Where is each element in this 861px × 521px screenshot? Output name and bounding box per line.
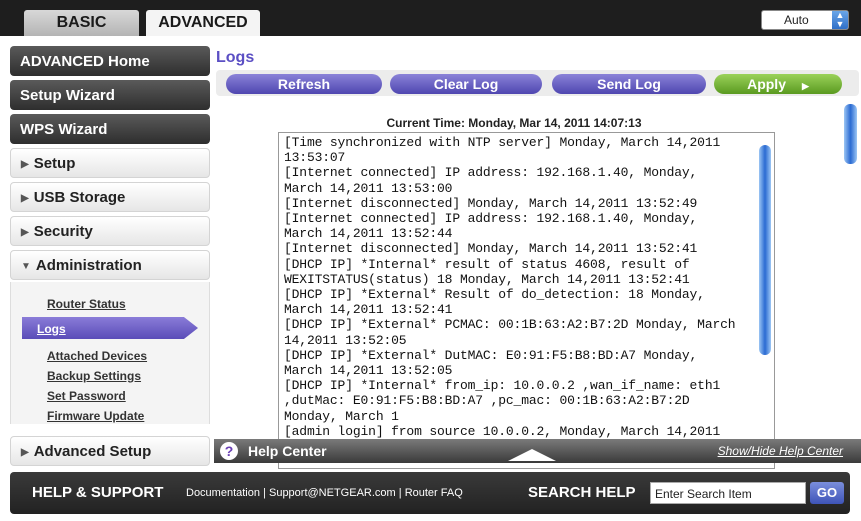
submenu-router-status[interactable]: Router Status	[47, 297, 126, 311]
question-icon: ?	[220, 442, 238, 460]
submenu-logs-selected[interactable]: Logs	[22, 317, 198, 339]
log-line: WEXITSTATUS(status) 18 Monday, March 14,…	[284, 271, 690, 287]
clear-log-button[interactable]: Clear Log	[390, 74, 542, 94]
sidebar-item-setup-wizard[interactable]: Setup Wizard	[10, 80, 210, 110]
page-scrollbar[interactable]: ▲ ▼	[843, 100, 859, 474]
language-select-value: Auto	[784, 13, 809, 27]
expand-arrow-icon[interactable]	[508, 449, 556, 461]
sidebar-item-security[interactable]: ▶ Security	[10, 216, 210, 246]
search-input[interactable]: Enter Search Item	[650, 482, 806, 504]
log-line: [DHCP IP] *External* DutMAC: E0:91:F5:B8…	[284, 347, 698, 363]
router-faq-link[interactable]: Router FAQ	[405, 487, 463, 499]
sidebar-item-setup[interactable]: ▶ Setup	[10, 148, 210, 178]
log-textarea[interactable]: [Time synchronized with NTP server] Mond…	[278, 132, 775, 469]
router-admin-page: BASIC ADVANCED Auto ▲ ▼ ADVANCED Home Set…	[0, 0, 861, 521]
go-button[interactable]: GO	[810, 482, 844, 504]
log-line: March 14,2011 13:52:05	[284, 363, 453, 378]
search-help-title: SEARCH HELP	[528, 484, 636, 501]
help-center-bar[interactable]: ? Help Center Show/Hide Help Center	[214, 439, 861, 463]
triangle-right-icon: ▶	[21, 159, 29, 170]
top-tab-bar: BASIC ADVANCED Auto ▲ ▼	[0, 0, 861, 36]
log-line: [DHCP IP] *External* PCMAC: 00:1B:63:A2:…	[284, 317, 736, 333]
refresh-button[interactable]: Refresh	[226, 74, 382, 94]
sidebar-item-administration[interactable]: ▼ Administration	[10, 250, 210, 280]
sidebar-item-label: USB Storage	[33, 189, 126, 206]
submenu-attached-devices[interactable]: Attached Devices	[47, 349, 147, 363]
submenu-set-password[interactable]: Set Password	[47, 389, 126, 403]
support-links: Documentation | Support@NETGEAR.com | Ro…	[186, 487, 463, 499]
show-hide-help-link[interactable]: Show/Hide Help Center	[718, 444, 843, 458]
log-scroll-thumb[interactable]	[759, 145, 771, 355]
sidebar-item-label: Advanced Setup	[33, 443, 152, 460]
support-email-link[interactable]: Support@NETGEAR.com	[269, 487, 396, 499]
main-content: Logs Refresh Clear Log Send Log Apply ▶ C…	[214, 36, 861, 469]
tab-basic[interactable]: BASIC	[24, 10, 139, 36]
sidebar-item-advanced-setup[interactable]: ▶ Advanced Setup	[10, 436, 210, 466]
log-line: [Internet disconnected] Monday, March 14…	[284, 195, 698, 211]
triangle-right-icon: ▶	[21, 447, 29, 458]
sidebar-item-label: Administration	[35, 257, 142, 274]
documentation-link[interactable]: Documentation	[186, 487, 260, 499]
sidebar-item-wps-wizard[interactable]: WPS Wizard	[10, 114, 210, 144]
help-support-bar: HELP & SUPPORT Documentation | Support@N…	[10, 472, 850, 514]
log-line: ,dutMac: E0:91:F5:B8:BD:A7 ,pc_mac: 00:1…	[284, 393, 690, 409]
triangle-right-icon: ▶	[21, 227, 29, 238]
apply-label: Apply	[747, 76, 786, 92]
sidebar-item-label: Setup	[33, 155, 76, 172]
page-scroll-thumb[interactable]	[844, 104, 857, 164]
triangle-down-icon: ▼	[21, 261, 31, 272]
log-line: [DHCP IP] *External* Result of do_detect…	[284, 287, 705, 302]
log-line: [Internet connected] IP address: 192.168…	[284, 211, 698, 226]
language-select[interactable]: Auto ▲ ▼	[761, 10, 849, 30]
log-line: [Time synchronized with NTP server] Mond…	[284, 135, 721, 150]
log-line: Monday, March 1	[284, 408, 399, 424]
send-log-button[interactable]: Send Log	[552, 74, 706, 94]
submenu-logs: Logs	[37, 322, 66, 336]
log-line: [DHCP IP] *Internal* from_ip: 10.0.0.2 ,…	[284, 378, 721, 394]
log-line: [Internet disconnected] Monday, March 14…	[284, 241, 698, 257]
sidebar-item-advanced-home[interactable]: ADVANCED Home	[10, 46, 210, 76]
log-line: March 14,2011 13:52:41	[284, 302, 453, 318]
sidebar-item-label: Security	[33, 223, 93, 240]
log-line: [Internet connected] IP address: 192.168…	[284, 165, 698, 181]
tab-advanced[interactable]: ADVANCED	[146, 10, 260, 36]
log-line: 13:53:07	[284, 150, 346, 166]
log-line: 14,2011 13:52:05	[284, 332, 407, 348]
log-line: [admin login] from source 10.0.0.2, Mond…	[284, 423, 721, 439]
triangle-right-icon: ▶	[21, 193, 29, 204]
current-time: Current Time: Monday, Mar 14, 2011 14:07…	[386, 116, 642, 130]
triangle-right-icon: ▶	[801, 81, 809, 91]
submenu-firmware-update[interactable]: Firmware Update	[47, 409, 144, 423]
log-line: March 14,2011 13:52:44	[284, 226, 453, 242]
help-support-title: HELP & SUPPORT	[32, 484, 164, 501]
page-title: Logs	[216, 49, 255, 66]
log-scrollbar[interactable]: ▲ ▼	[758, 137, 772, 465]
apply-button[interactable]: Apply ▶	[714, 74, 842, 94]
select-arrows-icon: ▲ ▼	[832, 11, 848, 29]
help-center-title: Help Center	[248, 443, 327, 459]
log-line: March 14,2011 13:53:00	[284, 180, 453, 196]
sidebar-item-usb-storage[interactable]: ▶ USB Storage	[10, 182, 210, 212]
log-line: [DHCP IP] *Internal* result of status 46…	[284, 256, 690, 272]
submenu-backup-settings[interactable]: Backup Settings	[47, 369, 141, 383]
